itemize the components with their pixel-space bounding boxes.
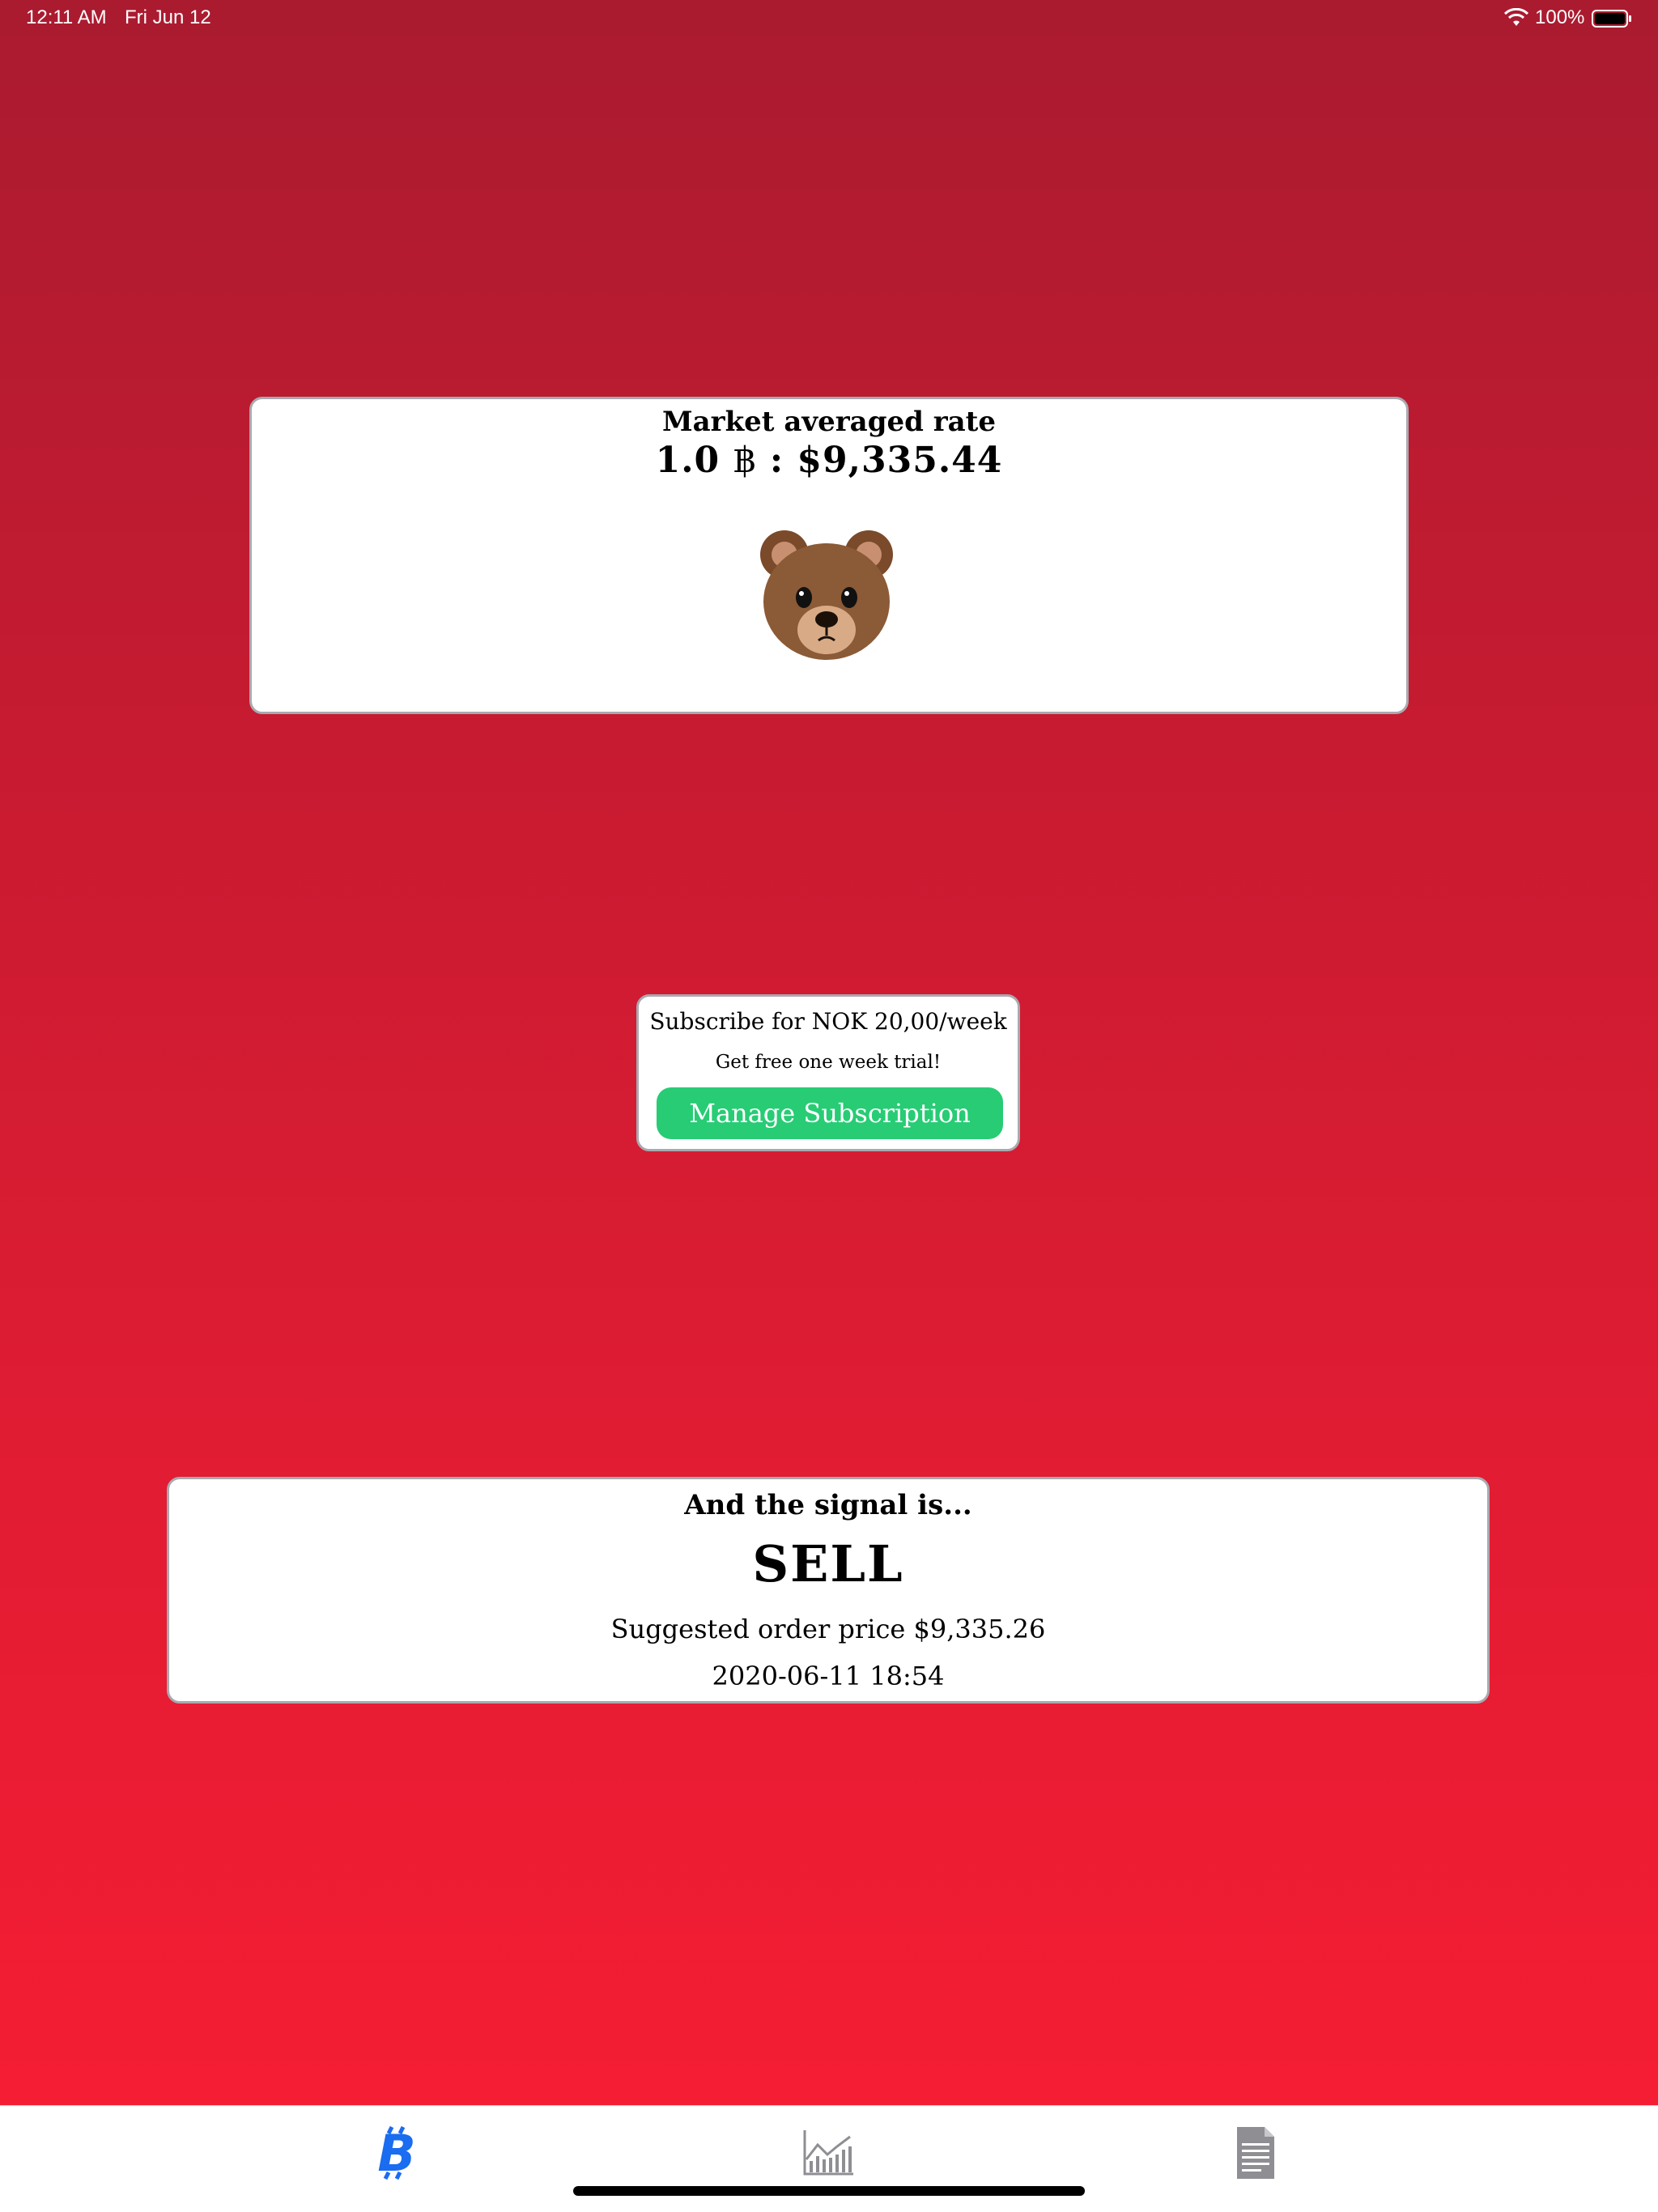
subscription-offer: Subscribe for NOK 20,00/week <box>649 1008 1007 1035</box>
status-bar: 12:11 AM Fri Jun 12 100% <box>0 0 1658 39</box>
suggested-order-price: Suggested order price $9,335.26 <box>610 1614 1046 1644</box>
status-date: Fri Jun 12 <box>125 6 211 28</box>
svg-text:B: B <box>377 2124 415 2182</box>
rate-value: 1.0 ฿ : $9,335.44 <box>252 440 1406 481</box>
manage-subscription-button[interactable]: Manage Subscription <box>657 1087 1003 1139</box>
market-rate-card: Market averaged rate 1.0 ฿ : $9,335.44 <box>249 397 1409 714</box>
home-indicator[interactable] <box>573 2186 1085 2196</box>
battery-percent: 100% <box>1535 6 1585 28</box>
rate-title: Market averaged rate <box>662 406 996 438</box>
battery-icon <box>1592 10 1631 28</box>
tab-bar: B <box>0 2105 1658 2212</box>
rate-price: $9,335.44 <box>797 440 1003 481</box>
rate-amount: 1.0 <box>655 440 721 481</box>
status-time: 12:11 AM <box>26 6 107 28</box>
bitcoin-icon[interactable]: B <box>368 2124 426 2182</box>
signal-card: And the signal is... SELL Suggested orde… <box>167 1477 1490 1704</box>
bitcoin-symbol: ฿ <box>733 440 757 481</box>
subscription-card: Subscribe for NOK 20,00/week Get free on… <box>636 994 1020 1151</box>
signal-heading: And the signal is... <box>684 1489 972 1521</box>
document-icon[interactable] <box>1226 2124 1284 2182</box>
rate-separator: : <box>769 440 784 481</box>
signal-timestamp: 2020-06-11 18:54 <box>712 1661 945 1691</box>
signal-value: SELL <box>752 1534 904 1593</box>
trial-text: Get free one week trial! <box>715 1052 942 1073</box>
chart-icon[interactable] <box>800 2124 858 2182</box>
bear-face-icon <box>760 530 893 660</box>
wifi-icon <box>1504 8 1528 26</box>
